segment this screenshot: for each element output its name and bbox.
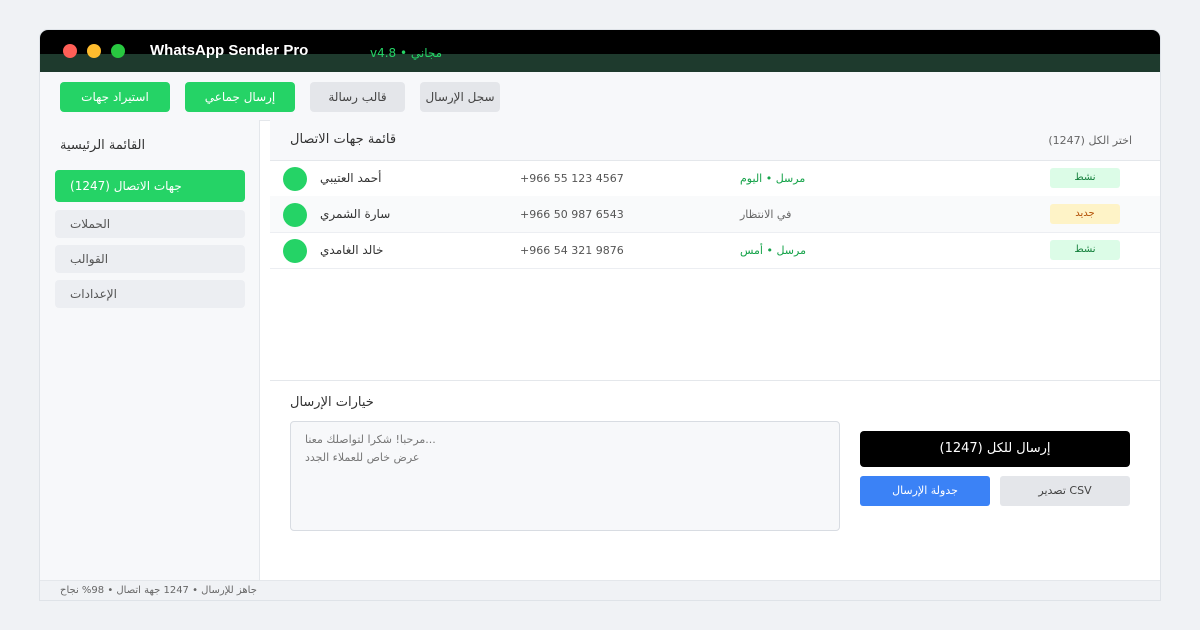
contact-row[interactable]: أحمد العتيبي +966 55 123 4567 مرسل • الي… bbox=[270, 160, 1160, 197]
sidebar-item-contacts[interactable]: جهات الاتصال (1247) bbox=[55, 170, 245, 202]
app-window: WhatsApp Sender Pro v4.8 • مجاني استيراد… bbox=[40, 30, 1160, 600]
contact-row[interactable]: خالد الغامدي +966 54 321 9876 مرسل • أمس… bbox=[270, 232, 1160, 269]
select-all-link[interactable]: اختر الكل (1247) bbox=[1048, 134, 1132, 147]
sidebar-item-campaigns[interactable]: الحملات bbox=[55, 210, 245, 238]
toolbar: استيراد جهات إرسال جماعي قالب رسالة سجل … bbox=[40, 72, 1160, 121]
send-options-panel: خيارات الإرسال مرحبا! شكرا لتواصلك معنا.… bbox=[270, 380, 1160, 581]
status-badge: نشط bbox=[1050, 168, 1120, 188]
contact-send-status: مرسل • اليوم bbox=[740, 172, 806, 185]
status-text: جاهز للإرسال • 1247 جهة اتصال • 98% نجاح bbox=[60, 585, 257, 596]
avatar bbox=[283, 203, 307, 227]
main-panel: قائمة جهات الاتصال اختر الكل (1247) أحمد… bbox=[270, 120, 1160, 581]
app-version: v4.8 • مجاني bbox=[370, 46, 443, 60]
avatar bbox=[283, 167, 307, 191]
close-window-icon[interactable] bbox=[63, 44, 77, 58]
app-title: WhatsApp Sender Pro bbox=[150, 42, 309, 59]
sidebar: القائمة الرئيسية جهات الاتصال (1247) الح… bbox=[40, 120, 260, 580]
contacts-title: قائمة جهات الاتصال bbox=[290, 132, 397, 147]
contact-phone: +966 50 987 6543 bbox=[520, 208, 624, 221]
schedule-send-button[interactable]: جدولة الإرسال bbox=[860, 476, 990, 506]
sidebar-item-templates[interactable]: القوالب bbox=[55, 245, 245, 273]
message-line: عرض خاص للعملاء الجدد bbox=[305, 451, 420, 464]
send-options-title: خيارات الإرسال bbox=[290, 395, 374, 410]
contact-name: أحمد العتيبي bbox=[320, 171, 382, 185]
message-textarea[interactable]: مرحبا! شكرا لتواصلك معنا... عرض خاص للعم… bbox=[290, 421, 840, 531]
status-badge: جديد bbox=[1050, 204, 1120, 224]
message-template-button[interactable]: قالب رسالة bbox=[310, 82, 405, 112]
send-log-button[interactable]: سجل الإرسال bbox=[420, 82, 500, 112]
contact-name: سارة الشمري bbox=[320, 207, 391, 221]
bulk-send-button[interactable]: إرسال جماعي bbox=[185, 82, 295, 112]
contact-phone: +966 55 123 4567 bbox=[520, 172, 624, 185]
import-contacts-button[interactable]: استيراد جهات bbox=[60, 82, 170, 112]
title-bar: WhatsApp Sender Pro v4.8 • مجاني bbox=[40, 30, 1160, 72]
sidebar-title: القائمة الرئيسية bbox=[60, 138, 146, 153]
message-line: مرحبا! شكرا لتواصلك معنا... bbox=[305, 433, 436, 446]
avatar bbox=[283, 239, 307, 263]
contact-row[interactable]: سارة الشمري +966 50 987 6543 في الانتظار… bbox=[270, 196, 1160, 233]
contact-name: خالد الغامدي bbox=[320, 243, 384, 257]
status-bar: جاهز للإرسال • 1247 جهة اتصال • 98% نجاح bbox=[40, 580, 1160, 600]
contact-phone: +966 54 321 9876 bbox=[520, 244, 624, 257]
minimize-window-icon[interactable] bbox=[87, 44, 101, 58]
send-all-button[interactable]: إرسال للكل (1247) bbox=[860, 431, 1130, 467]
maximize-window-icon[interactable] bbox=[111, 44, 125, 58]
contacts-header: قائمة جهات الاتصال اختر الكل (1247) bbox=[270, 120, 1160, 161]
contact-send-status: مرسل • أمس bbox=[740, 244, 806, 257]
export-csv-button[interactable]: تصدير CSV bbox=[1000, 476, 1130, 506]
sidebar-item-settings[interactable]: الإعدادات bbox=[55, 280, 245, 308]
status-badge: نشط bbox=[1050, 240, 1120, 260]
contact-send-status: في الانتظار bbox=[740, 208, 792, 221]
